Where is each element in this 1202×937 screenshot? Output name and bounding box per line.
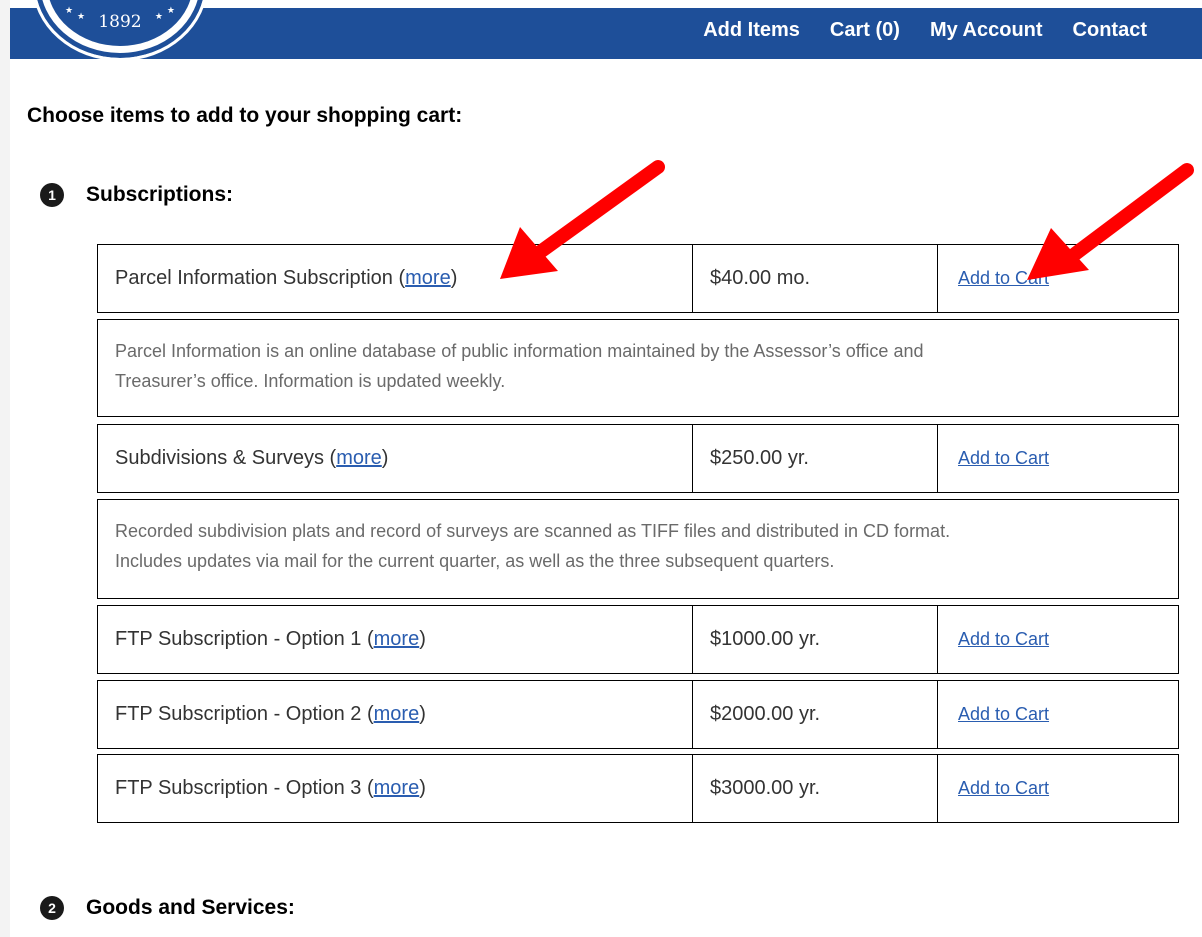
section-label: Goods and Services: xyxy=(86,896,295,919)
add-to-cart-link[interactable]: Add to Cart xyxy=(958,268,1049,289)
table-row: FTP Subscription - Option 3 (more) $3000… xyxy=(97,754,1179,823)
section-label: Subscriptions: xyxy=(86,183,234,206)
add-to-cart-link[interactable]: Add to Cart xyxy=(958,778,1049,799)
item-price: $1000.00 yr. xyxy=(693,606,938,673)
main-nav: Add Items Cart (0) My Account Contact xyxy=(703,19,1147,42)
section-subscriptions-title: 1 Subscriptions: xyxy=(40,183,233,207)
item-price: $3000.00 yr. xyxy=(693,755,938,822)
more-link[interactable]: more xyxy=(374,777,420,800)
more-link[interactable]: more xyxy=(374,703,420,726)
nav-add-items[interactable]: Add Items xyxy=(703,19,800,42)
item-description: Recorded subdivision plats and record of… xyxy=(97,499,1179,599)
table-row: FTP Subscription - Option 2 (more) $2000… xyxy=(97,680,1179,749)
item-name-cell: FTP Subscription - Option 2 (more) xyxy=(98,681,693,748)
more-link[interactable]: more xyxy=(374,628,420,651)
header-bar: ★ ★ ★ ★ 1892 Add Items Cart (0) My Accou… xyxy=(10,0,1202,61)
seal-year: 1892 xyxy=(98,12,142,32)
add-to-cart-link[interactable]: Add to Cart xyxy=(958,448,1049,469)
item-name: FTP Subscription - Option 2 xyxy=(115,703,362,725)
page-heading: Choose items to add to your shopping car… xyxy=(27,104,463,127)
item-name: Parcel Information Subscription xyxy=(115,267,393,289)
item-name-cell: FTP Subscription - Option 3 (more) xyxy=(98,755,693,822)
step-number-badge: 1 xyxy=(40,183,64,207)
add-to-cart-link[interactable]: Add to Cart xyxy=(958,704,1049,725)
step-number-badge: 2 xyxy=(40,896,64,920)
page: ★ ★ ★ ★ 1892 Add Items Cart (0) My Accou… xyxy=(10,0,1202,937)
item-price: $250.00 yr. xyxy=(693,425,938,492)
add-to-cart-link[interactable]: Add to Cart xyxy=(958,629,1049,650)
nav-my-account[interactable]: My Account xyxy=(930,19,1043,42)
item-name-cell: Subdivisions & Surveys (more) xyxy=(98,425,693,492)
item-description: Parcel Information is an online database… xyxy=(97,319,1179,417)
item-price: $40.00 mo. xyxy=(693,245,938,312)
item-name: FTP Subscription - Option 3 xyxy=(115,777,362,799)
more-link[interactable]: more xyxy=(405,267,451,290)
nav-cart[interactable]: Cart (0) xyxy=(830,19,900,42)
more-link[interactable]: more xyxy=(336,447,382,470)
item-price: $2000.00 yr. xyxy=(693,681,938,748)
table-row: Subdivisions & Surveys (more) $250.00 yr… xyxy=(97,424,1179,493)
county-seal-logo: ★ ★ ★ ★ 1892 xyxy=(32,0,208,61)
nav-contact[interactable]: Contact xyxy=(1073,19,1147,42)
item-name-cell: FTP Subscription - Option 1 (more) xyxy=(98,606,693,673)
item-name: Subdivisions & Surveys xyxy=(115,447,324,469)
table-row: FTP Subscription - Option 1 (more) $1000… xyxy=(97,605,1179,674)
section-goods-services-title: 2 Goods and Services: xyxy=(40,896,295,920)
item-name-cell: Parcel Information Subscription (more) xyxy=(98,245,693,312)
table-row: Parcel Information Subscription (more) $… xyxy=(97,244,1179,313)
item-name: FTP Subscription - Option 1 xyxy=(115,628,362,650)
